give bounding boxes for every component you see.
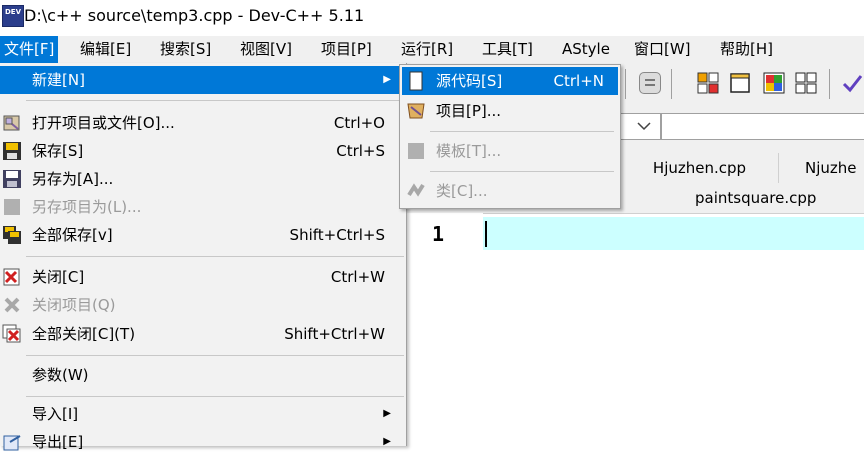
menu-item-open[interactable]: 打开项目或文件[O]... Ctrl+O bbox=[0, 109, 405, 137]
menu-tools[interactable]: 工具[T] bbox=[478, 36, 537, 63]
line-gutter bbox=[405, 213, 483, 446]
menu-project[interactable]: 项目[P] bbox=[317, 36, 376, 63]
submenu-item-template[interactable]: 模板[T]... bbox=[402, 137, 618, 165]
submenu-item-source-code[interactable]: 源代码[S] Ctrl+N bbox=[402, 67, 618, 95]
project-icon bbox=[406, 101, 426, 121]
menu-item-new[interactable]: 新建[N] ▶ bbox=[0, 66, 405, 94]
menu-item-label: 源代码[S] bbox=[436, 72, 503, 90]
window-icon[interactable] bbox=[729, 72, 751, 94]
menu-astyle[interactable]: AStyle bbox=[558, 36, 614, 63]
submenu-item-project[interactable]: 项目[P]... bbox=[402, 97, 618, 125]
menu-item-label: 类[C]... bbox=[436, 182, 488, 200]
menu-item-save-as[interactable]: 另存为[A]... bbox=[0, 165, 405, 193]
menu-bar: 文件[F] 编辑[E] 搜索[S] 视图[V] 项目[P] 运行[R] 工具[T… bbox=[0, 36, 864, 63]
menu-item-label: 另存项目为(L)... bbox=[32, 198, 142, 216]
devcpp-app-icon[interactable]: DEV bbox=[2, 5, 24, 27]
menu-item-label: 保存[S] bbox=[32, 142, 84, 160]
code-editor[interactable] bbox=[483, 250, 864, 446]
menu-separator bbox=[26, 355, 404, 356]
menu-search[interactable]: 搜索[S] bbox=[156, 36, 215, 63]
tab-njuzhen[interactable]: Njuzhe bbox=[779, 153, 864, 183]
source-file-icon bbox=[406, 71, 426, 91]
menu-item-save[interactable]: 保存[S] Ctrl+S bbox=[0, 137, 405, 165]
new-submenu: 源代码[S] Ctrl+N 项目[P]... 模板[T]... 类[C]... bbox=[399, 64, 621, 209]
menu-item-shortcut: Shift+Ctrl+S bbox=[289, 226, 385, 244]
close-all-icon bbox=[2, 324, 22, 344]
submenu-arrow-icon: ▶ bbox=[383, 408, 391, 419]
close-project-icon bbox=[2, 295, 22, 315]
window-title: D:\c++ source\temp3.cpp - Dev-C++ 5.11 bbox=[24, 6, 365, 25]
menu-item-parameters[interactable]: 参数(W) bbox=[0, 361, 405, 389]
menu-item-label: 导入[I] bbox=[32, 405, 79, 423]
menu-separator bbox=[26, 396, 404, 397]
text-caret bbox=[485, 221, 487, 247]
line-number: 1 bbox=[432, 222, 445, 246]
menu-item-label: 新建[N] bbox=[32, 71, 85, 89]
menu-item-shortcut: Ctrl+O bbox=[333, 114, 385, 132]
toolbar-separator bbox=[671, 69, 672, 99]
menu-item-label: 关闭[C] bbox=[32, 268, 85, 286]
menu-item-label: 项目[P]... bbox=[436, 102, 502, 120]
disabled-save-icon bbox=[2, 197, 22, 217]
menu-item-label: 全部关闭[C](T) bbox=[32, 325, 136, 343]
menu-separator bbox=[26, 256, 404, 257]
floppy-save-as-icon bbox=[2, 169, 22, 189]
menu-separator bbox=[26, 100, 404, 101]
menu-item-export[interactable]: 导出[E] ▶ bbox=[0, 428, 405, 456]
menu-item-label: 另存为[A]... bbox=[32, 170, 114, 188]
check-icon[interactable] bbox=[841, 72, 863, 94]
submenu-arrow-icon: ▶ bbox=[383, 436, 391, 447]
tile-windows-icon[interactable] bbox=[697, 72, 719, 94]
current-line-highlight[interactable] bbox=[483, 217, 864, 250]
function-combo[interactable] bbox=[661, 113, 864, 140]
menu-item-shortcut: Ctrl+W bbox=[330, 268, 385, 286]
toolbar-separator bbox=[829, 69, 830, 99]
chevron-down-icon[interactable] bbox=[632, 116, 656, 138]
color-grid-icon[interactable] bbox=[763, 72, 785, 94]
menu-help[interactable]: 帮助[H] bbox=[716, 36, 777, 63]
menu-item-label: 模板[T]... bbox=[436, 142, 502, 160]
open-folder-icon bbox=[2, 113, 22, 133]
menu-item-shortcut: Ctrl+S bbox=[336, 142, 385, 160]
file-menu-dropdown: 新建[N] ▶ 打开项目或文件[O]... Ctrl+O 保存[S] Ctrl+… bbox=[0, 63, 407, 451]
menu-view[interactable]: 视图[V] bbox=[236, 36, 296, 63]
menu-item-shortcut: Shift+Ctrl+W bbox=[284, 325, 385, 343]
class-icon bbox=[406, 181, 426, 201]
export-icon bbox=[2, 432, 22, 452]
menu-item-label: 全部保存[v] bbox=[32, 226, 113, 244]
menu-item-label: 打开项目或文件[O]... bbox=[32, 114, 175, 132]
save-all-icon bbox=[2, 225, 22, 245]
grid-view-icon[interactable] bbox=[795, 72, 817, 94]
menu-item-save-all[interactable]: 全部保存[v] Shift+Ctrl+S bbox=[0, 221, 405, 249]
menu-separator bbox=[430, 131, 614, 132]
menu-item-close-all[interactable]: 全部关闭[C](T) Shift+Ctrl+W bbox=[0, 320, 405, 348]
menu-file[interactable]: 文件[F] bbox=[0, 36, 59, 63]
submenu-item-class[interactable]: 类[C]... bbox=[402, 177, 618, 205]
template-icon bbox=[406, 141, 426, 161]
menu-separator bbox=[430, 171, 614, 172]
menu-item-save-project-as[interactable]: 另存项目为(L)... bbox=[0, 193, 405, 221]
title-bar: DEV D:\c++ source\temp3.cpp - Dev-C++ 5.… bbox=[0, 0, 864, 36]
tab-hjuzhen[interactable]: Hjuzhen.cpp bbox=[621, 153, 779, 183]
close-file-icon bbox=[2, 267, 22, 287]
menu-item-label: 参数(W) bbox=[32, 366, 89, 384]
menu-item-import[interactable]: 导入[I] ▶ bbox=[0, 400, 405, 428]
menu-item-shortcut: Ctrl+N bbox=[553, 72, 604, 90]
bookmark-icon[interactable] bbox=[639, 72, 661, 94]
floppy-save-icon bbox=[2, 141, 22, 161]
menu-window[interactable]: 窗口[W] bbox=[630, 36, 695, 63]
menu-item-label: 关闭项目(Q) bbox=[32, 296, 116, 314]
submenu-arrow-icon: ▶ bbox=[383, 74, 391, 85]
menu-edit[interactable]: 编辑[E] bbox=[76, 36, 135, 63]
menu-item-close[interactable]: 关闭[C] Ctrl+W bbox=[0, 263, 405, 291]
menu-item-label: 导出[E] bbox=[32, 433, 84, 451]
menu-run[interactable]: 运行[R] bbox=[397, 36, 457, 63]
menu-item-close-project[interactable]: 关闭项目(Q) bbox=[0, 291, 405, 319]
toolbar-separator bbox=[625, 69, 626, 99]
tab-paintsquare[interactable]: paintsquare.cpp bbox=[621, 183, 864, 213]
